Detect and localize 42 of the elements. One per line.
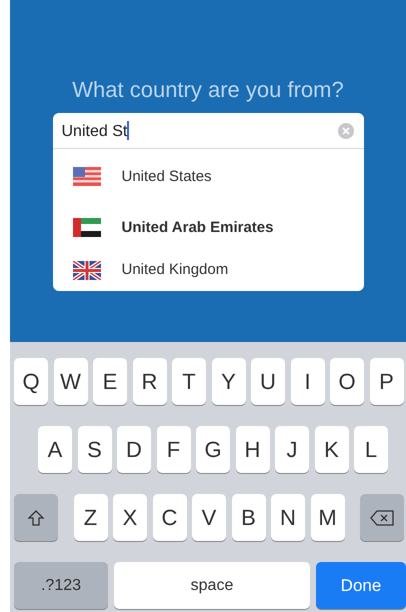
shift-key[interactable] [14, 494, 58, 541]
letter-key[interactable]: V [192, 494, 226, 541]
question-title: What country are you from? [72, 77, 344, 103]
letter-key[interactable]: U [251, 358, 285, 405]
country-option[interactable]: United States [122, 168, 212, 185]
letter-key[interactable]: X [113, 494, 147, 541]
letter-key[interactable]: A [38, 426, 72, 473]
letter-key[interactable]: M [310, 494, 344, 541]
flag-icon [72, 261, 100, 280]
text-cursor [127, 120, 130, 140]
country-option[interactable]: United Kingdom [122, 261, 228, 278]
letter-key[interactable]: I [290, 358, 324, 405]
letter-key[interactable]: C [152, 494, 186, 541]
delete-key[interactable] [360, 494, 404, 541]
letter-key[interactable]: N [271, 494, 305, 541]
space-key[interactable]: space [114, 562, 310, 609]
letter-key[interactable]: Y [212, 358, 246, 405]
letter-key[interactable]: G [196, 426, 230, 473]
numbers-key[interactable]: .?123 [14, 562, 108, 609]
shift-icon [27, 508, 45, 526]
country-option[interactable]: United Arab Emirates [122, 219, 274, 236]
letter-key[interactable]: S [78, 426, 112, 473]
letter-key[interactable]: H [236, 426, 270, 473]
flag-icon [72, 218, 100, 237]
letter-key[interactable]: P [370, 358, 404, 405]
letter-key[interactable]: D [117, 426, 151, 473]
letter-key[interactable]: T [172, 358, 206, 405]
letter-key[interactable]: O [330, 358, 364, 405]
letter-key[interactable]: Q [14, 358, 48, 405]
letter-key[interactable]: R [132, 358, 166, 405]
letter-key[interactable]: Z [74, 494, 108, 541]
backspace-icon [370, 510, 394, 526]
letter-key[interactable]: J [275, 426, 309, 473]
letter-key[interactable]: L [354, 426, 388, 473]
done-key[interactable]: Done [316, 562, 406, 609]
flag-icon [72, 167, 100, 186]
letter-key[interactable]: B [232, 494, 266, 541]
search-field[interactable]: United St [52, 113, 364, 149]
letter-key[interactable]: W [54, 358, 88, 405]
letter-key[interactable]: K [314, 426, 348, 473]
letter-key[interactable]: F [156, 426, 190, 473]
letter-key[interactable]: E [93, 358, 127, 405]
